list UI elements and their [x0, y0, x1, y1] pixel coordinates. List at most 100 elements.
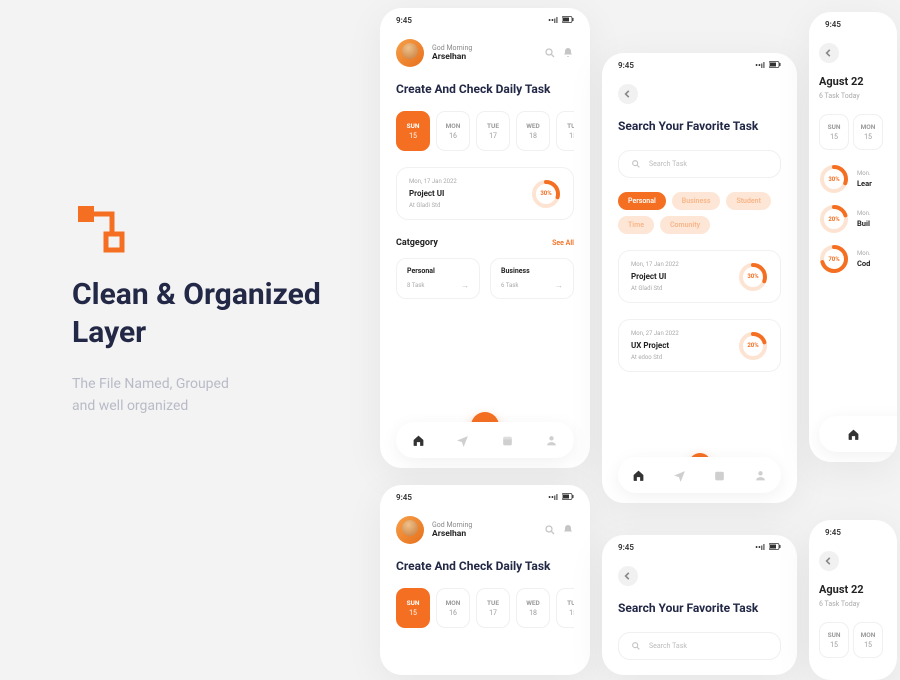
- schedule-item[interactable]: 20%Mon.Buil: [819, 204, 887, 234]
- task-card[interactable]: Mon, 17 Jan 2022Project UIAt Gladi Std30…: [618, 250, 781, 303]
- tab-bar: [819, 416, 897, 452]
- back-button[interactable]: [618, 566, 638, 586]
- day-pill[interactable]: SUN15: [819, 114, 849, 150]
- progress-ring: 30%: [531, 179, 561, 209]
- battery-icon: [562, 16, 574, 25]
- search-screen: 9:45 ••ıl Search Your Favorite Task Sear…: [602, 53, 797, 503]
- avatar[interactable]: [396, 39, 424, 67]
- signal-icon: ••ıl: [548, 16, 558, 25]
- status-bar: 9:45 ••ıl: [602, 53, 797, 74]
- day-pill[interactable]: TUE17: [476, 588, 510, 628]
- day-pill[interactable]: WED18: [516, 111, 550, 151]
- send-icon[interactable]: [673, 469, 686, 482]
- page-title: Search Your Favorite Task: [618, 600, 781, 616]
- back-button[interactable]: [819, 551, 839, 571]
- status-time: 9:45: [825, 528, 841, 537]
- profile-icon[interactable]: [754, 469, 767, 482]
- schedule-item[interactable]: 30%Mon.Lear: [819, 164, 887, 194]
- status-bar: 9:45 ••ıl: [602, 535, 797, 556]
- search-icon: [631, 641, 641, 651]
- day-pill[interactable]: TUL15: [556, 111, 574, 151]
- status-time: 9:45: [618, 61, 634, 70]
- day-pill[interactable]: MON15: [853, 114, 883, 150]
- search-input[interactable]: Search Task: [618, 632, 781, 660]
- calendar-strip[interactable]: SUN15MON15: [819, 114, 887, 150]
- home-icon[interactable]: [847, 428, 860, 441]
- task-name: Project UI: [409, 189, 521, 198]
- profile-icon[interactable]: [545, 434, 558, 447]
- schedule-date: Agust 22: [819, 75, 887, 88]
- calendar-strip[interactable]: SUN15MON16TUE17WED18 TUL15: [396, 111, 574, 151]
- home-screen: 9:45 ••ıl God Morning Arselhan Create An…: [380, 8, 590, 468]
- task-card[interactable]: Mon, 17 Jan 2022 Project UI At Gladi Std…: [396, 167, 574, 220]
- back-button[interactable]: [819, 43, 839, 63]
- filter-chips: Personal Business Student Time Comunity: [618, 192, 781, 234]
- search-icon[interactable]: [544, 524, 556, 536]
- status-time: 9:45: [396, 16, 412, 25]
- home-icon[interactable]: [412, 434, 425, 447]
- task-card[interactable]: Mon, 27 Jan 2022UX ProjectAt edoo Std20%: [618, 319, 781, 372]
- progress-ring: 30%: [819, 164, 849, 194]
- page-title: Create And Check Daily Task: [396, 558, 574, 574]
- progress-ring: 20%: [819, 204, 849, 234]
- calendar-strip[interactable]: SUN15MON16TUE17WED18 TUL15: [396, 588, 574, 628]
- day-pill[interactable]: MON16: [436, 588, 470, 628]
- back-button[interactable]: [618, 84, 638, 104]
- search-placeholder: Search Task: [649, 642, 687, 650]
- progress-ring: 30%: [738, 262, 768, 292]
- day-pill[interactable]: MON15: [853, 622, 883, 658]
- greeting: God Morning: [432, 44, 536, 52]
- search-screen: 9:45 ••ıl Search Your Favorite Task Sear…: [602, 535, 797, 675]
- filter-chip[interactable]: Comunity: [660, 216, 710, 234]
- arrow-right-icon: →: [461, 281, 469, 290]
- headline: Clean & Organized Layer: [72, 276, 332, 351]
- status-bar: 9:45 ••ıl: [380, 8, 590, 29]
- tab-bar: [396, 422, 574, 458]
- day-pill[interactable]: SUN15: [396, 588, 430, 628]
- day-pill[interactable]: MON16: [436, 111, 470, 151]
- signal-icon: ••ıl: [548, 493, 558, 502]
- day-pill[interactable]: SUN15: [819, 622, 849, 658]
- status-bar: 9:45: [809, 12, 897, 33]
- status-time: 9:45: [618, 543, 634, 552]
- bell-icon[interactable]: [562, 47, 574, 59]
- signal-icon: ••ıl: [755, 61, 765, 70]
- task-location: At Gladi Std: [409, 202, 521, 209]
- calendar-icon[interactable]: [713, 469, 726, 482]
- calendar-strip[interactable]: SUN15MON15: [819, 622, 887, 658]
- search-input[interactable]: Search Task: [618, 150, 781, 178]
- schedule-screen: 9:45 Agust 22 6 Task Today SUN15MON15: [809, 520, 897, 680]
- day-pill[interactable]: WED18: [516, 588, 550, 628]
- page-title: Create And Check Daily Task: [396, 81, 574, 97]
- send-icon[interactable]: [456, 434, 469, 447]
- battery-icon: [769, 61, 781, 70]
- day-pill[interactable]: TUL15: [556, 588, 574, 628]
- day-pill[interactable]: TUE17: [476, 111, 510, 151]
- see-all-link[interactable]: See All: [552, 239, 574, 247]
- filter-chip[interactable]: Personal: [618, 192, 666, 210]
- status-time: 9:45: [396, 493, 412, 502]
- filter-chip[interactable]: Business: [672, 192, 721, 210]
- home-icon[interactable]: [632, 469, 645, 482]
- username: Arselhan: [432, 529, 536, 539]
- search-icon[interactable]: [544, 47, 556, 59]
- schedule-count: 6 Task Today: [819, 600, 887, 608]
- category-card[interactable]: Business6 Task→: [490, 258, 574, 299]
- category-card[interactable]: Personal8 Task→: [396, 258, 480, 299]
- home-screen: 9:45 ••ıl God Morning Arselhan Create An…: [380, 485, 590, 675]
- marketing-copy: Clean & Organized Layer The File Named, …: [72, 200, 332, 418]
- avatar[interactable]: [396, 516, 424, 544]
- schedule-date: Agust 22: [819, 583, 887, 596]
- search-placeholder: Search Task: [649, 160, 687, 168]
- day-pill[interactable]: SUN15: [396, 111, 430, 151]
- task-date: Mon, 17 Jan 2022: [409, 178, 521, 185]
- battery-icon: [562, 493, 574, 502]
- search-icon: [631, 159, 641, 169]
- bell-icon[interactable]: [562, 524, 574, 536]
- page-title: Search Your Favorite Task: [618, 118, 781, 134]
- calendar-icon[interactable]: [501, 434, 514, 447]
- logo-icon: [72, 200, 128, 256]
- filter-chip[interactable]: Time: [618, 216, 654, 234]
- filter-chip[interactable]: Student: [726, 192, 771, 210]
- schedule-item[interactable]: 70%Mon.Cod: [819, 244, 887, 274]
